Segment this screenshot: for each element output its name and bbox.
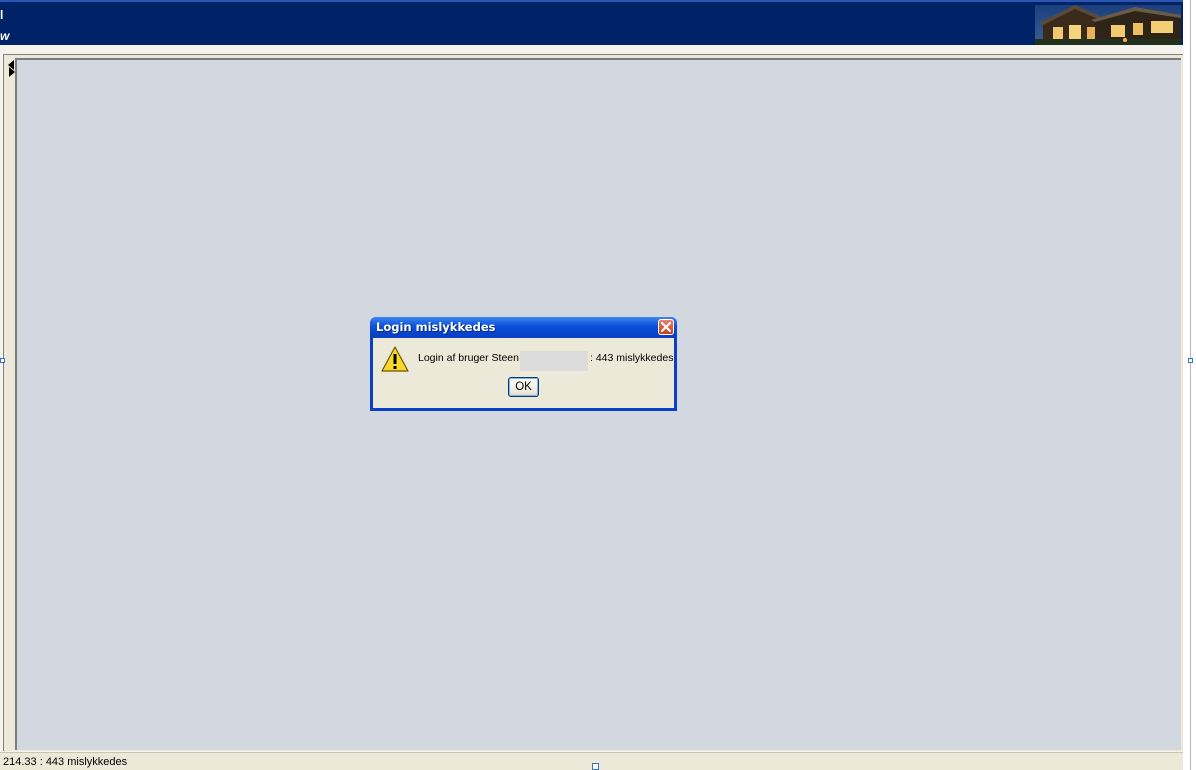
- resize-handle-left[interactable]: [0, 358, 5, 363]
- dialog-title: Login mislykkedes: [376, 320, 496, 334]
- ok-button[interactable]: OK: [508, 377, 539, 397]
- app-window: l w 214.33: 443 mislykkedes Login misly…: [0, 0, 1196, 770]
- banner-text-fragment: w: [0, 29, 10, 43]
- dialog-body: Login af bruger Steen ti : 443 mislykked…: [373, 338, 674, 408]
- status-text: 214.33 : 443 mislykkedes: [3, 756, 128, 768]
- dialog-message: Login af bruger Steen ti: [418, 352, 528, 364]
- header-banner: l w: [0, 0, 1183, 45]
- dialog-titlebar[interactable]: Login mislykkedes: [370, 317, 677, 338]
- house-logo-image: [1035, 5, 1181, 45]
- redacted-host-field: [520, 351, 588, 371]
- warning-icon: [381, 346, 409, 372]
- resize-handle-right[interactable]: [1188, 358, 1193, 363]
- window-right-border: [1190, 0, 1191, 770]
- left-gutter: [4, 56, 15, 750]
- close-icon[interactable]: [658, 319, 674, 335]
- banner-text-fragment: l: [0, 8, 4, 22]
- dialog-message-suffix: : 443 mislykkedes: [590, 352, 674, 364]
- resize-handle-bottom[interactable]: [592, 763, 599, 770]
- login-failed-dialog: Login mislykkedes Login af bruger Steen …: [370, 317, 677, 411]
